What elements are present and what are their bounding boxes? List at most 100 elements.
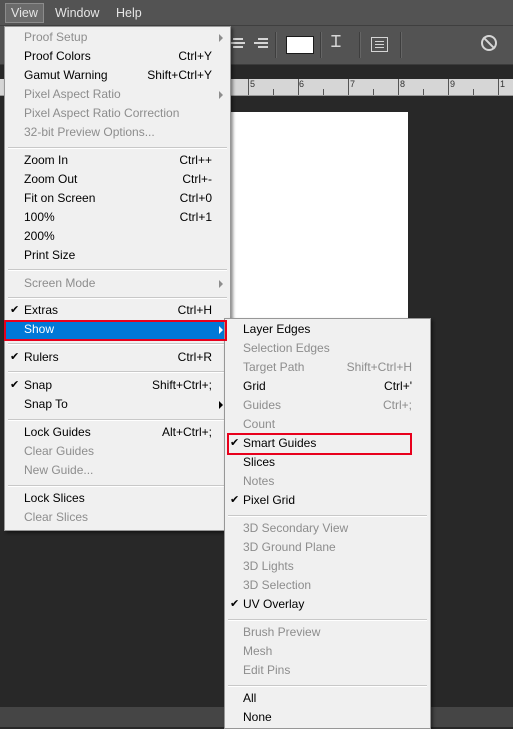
show-menu-item-brush-preview: Brush Preview xyxy=(225,623,430,642)
show-menu-item-layer-edges[interactable]: Layer Edges xyxy=(225,320,430,339)
view-menu-item-snap-to[interactable]: Snap To xyxy=(5,395,230,414)
show-menu-item-label: Guides xyxy=(243,398,282,412)
show-menu-item-label: All xyxy=(243,691,257,705)
show-menu-item-label: Layer Edges xyxy=(243,322,311,336)
show-menu-item-label: Selection Edges xyxy=(243,341,330,355)
checkmark-icon: ✔ xyxy=(230,598,240,610)
show-menu-item-label: Count xyxy=(243,417,276,431)
shortcut-text: Shift+Ctrl+H xyxy=(346,360,412,374)
menu-view[interactable]: View xyxy=(5,3,44,23)
view-menu-item-label: Lock Slices xyxy=(24,491,85,505)
shortcut-text: Shift+Ctrl+; xyxy=(151,378,212,392)
view-menu-item-clear-slices: Clear Slices xyxy=(5,508,230,527)
show-menu-item-count: Count xyxy=(225,415,430,434)
show-menu-item-grid[interactable]: Grid Ctrl+' xyxy=(225,377,430,396)
view-menu-item-label: Proof Colors xyxy=(24,49,91,63)
show-menu-item-all[interactable]: All xyxy=(225,689,430,708)
view-menu: Proof Setup Proof Colors Ctrl+Y Gamut Warni… xyxy=(4,26,231,531)
show-menu-item-label: Mesh xyxy=(243,644,273,658)
warp-text-icon[interactable]: Ꮖ xyxy=(331,34,342,52)
submenu-arrow-icon xyxy=(219,401,223,409)
cancel-icon[interactable] xyxy=(481,35,497,51)
text-color-swatch[interactable] xyxy=(286,36,314,54)
view-menu-item-label: 32-bit Preview Options... xyxy=(24,125,155,139)
menu-separator xyxy=(8,485,227,487)
shortcut-text: Ctrl+H xyxy=(177,303,212,317)
show-menu-item-label: 3D Ground Plane xyxy=(243,540,336,554)
show-menu-item-3d-selection: 3D Selection xyxy=(225,576,430,595)
menu-window[interactable]: Window xyxy=(50,4,104,22)
ruler-label: 9 xyxy=(450,79,456,89)
view-menu-item-print-size[interactable]: Print Size xyxy=(5,246,230,265)
show-menu-item-label: Pixel Grid xyxy=(243,493,296,507)
character-panel-icon[interactable] xyxy=(371,37,388,52)
view-menu-item-pixel-aspect-ratio: Pixel Aspect Ratio xyxy=(5,85,230,104)
submenu-arrow-icon xyxy=(219,34,223,42)
annotation-box-smart-guides xyxy=(227,433,412,455)
view-menu-item-fit-on-screen[interactable]: Fit on Screen Ctrl+0 xyxy=(5,189,230,208)
menu-separator xyxy=(8,419,227,421)
view-menu-item-proof-setup: Proof Setup xyxy=(5,28,230,47)
show-menu-item-slices[interactable]: Slices xyxy=(225,453,430,472)
shortcut-text: Shift+Ctrl+Y xyxy=(147,68,212,82)
view-menu-item-snap[interactable]: ✔ Snap Shift+Ctrl+; xyxy=(5,376,230,395)
view-menu-item-zoom-in[interactable]: Zoom In Ctrl++ xyxy=(5,151,230,170)
view-menu-item-label: Pixel Aspect Ratio Correction xyxy=(24,106,180,120)
view-menu-item-label: Clear Guides xyxy=(24,444,95,458)
show-menu-item-pixel-grid[interactable]: ✔ Pixel Grid xyxy=(225,491,430,510)
menu-separator xyxy=(8,371,227,373)
view-menu-item-lock-guides[interactable]: Lock Guides Alt+Ctrl+; xyxy=(5,423,230,442)
view-menu-item-label: 100% xyxy=(24,210,55,224)
view-menu-item-clear-guides: Clear Guides xyxy=(5,442,230,461)
menu-separator xyxy=(8,297,227,299)
ruler-label: 1 xyxy=(500,79,506,89)
menu-separator xyxy=(8,343,227,345)
show-menu-item-none[interactable]: None xyxy=(225,708,430,727)
show-menu-item-notes: Notes xyxy=(225,472,430,491)
view-menu-item-100[interactable]: 100% Ctrl+1 xyxy=(5,208,230,227)
checkmark-icon: ✔ xyxy=(10,351,20,363)
view-menu-item-proof-colors[interactable]: Proof Colors Ctrl+Y xyxy=(5,47,230,66)
show-menu-item-guides: Guides Ctrl+; xyxy=(225,396,430,415)
view-menu-item-label: Gamut Warning xyxy=(24,68,108,82)
align-center-icon[interactable] xyxy=(231,38,245,50)
view-menu-item-label: Fit on Screen xyxy=(24,191,96,205)
submenu-arrow-icon xyxy=(219,91,223,99)
show-menu-item-label: 3D Secondary View xyxy=(243,521,349,535)
show-menu-item-label: Notes xyxy=(243,474,275,488)
show-menu-item-label: Grid xyxy=(243,379,266,393)
view-menu-item-gamut-warning[interactable]: Gamut Warning Shift+Ctrl+Y xyxy=(5,66,230,85)
shortcut-text: Ctrl++ xyxy=(179,153,212,167)
shortcut-text: Ctrl+0 xyxy=(179,191,212,205)
shortcut-text: Ctrl+' xyxy=(384,379,412,393)
view-menu-item-label: Snap To xyxy=(24,397,68,411)
view-menu-item-label: Clear Slices xyxy=(24,510,89,524)
view-menu-item-label: 200% xyxy=(24,229,55,243)
ruler-label: 6 xyxy=(299,79,305,89)
view-menu-item-label: Lock Guides xyxy=(24,425,91,439)
ruler-label: 7 xyxy=(350,79,356,89)
menu-separator xyxy=(228,515,427,517)
view-menu-item-label: Zoom In xyxy=(24,153,69,167)
show-menu-item-label: None xyxy=(243,710,272,724)
show-menu-item-label: Target Path xyxy=(243,360,305,374)
view-menu-item-extras[interactable]: ✔ Extras Ctrl+H xyxy=(5,301,230,320)
menu-separator xyxy=(228,685,427,687)
view-menu-item-200[interactable]: 200% xyxy=(5,227,230,246)
checkmark-icon: ✔ xyxy=(10,379,20,391)
submenu-arrow-icon xyxy=(219,280,223,288)
align-right-icon[interactable] xyxy=(254,38,268,50)
show-menu-item-uv-overlay[interactable]: ✔ UV Overlay xyxy=(225,595,430,614)
menu-help[interactable]: Help xyxy=(111,4,147,22)
view-menu-item-lock-slices[interactable]: Lock Slices xyxy=(5,489,230,508)
show-menu-item-target-path: Target Path Shift+Ctrl+H xyxy=(225,358,430,377)
show-menu-item-3d-lights: 3D Lights xyxy=(225,557,430,576)
view-menu-item-zoom-out[interactable]: Zoom Out Ctrl+- xyxy=(5,170,230,189)
menu-separator xyxy=(8,269,227,271)
view-menu-item-label: Screen Mode xyxy=(24,276,96,290)
annotation-box-show xyxy=(4,320,227,341)
show-menu-item-label: UV Overlay xyxy=(243,597,305,611)
ruler-label: 8 xyxy=(400,79,406,89)
view-menu-item-rulers[interactable]: ✔ Rulers Ctrl+R xyxy=(5,348,230,367)
shortcut-text: Ctrl+; xyxy=(382,398,412,412)
